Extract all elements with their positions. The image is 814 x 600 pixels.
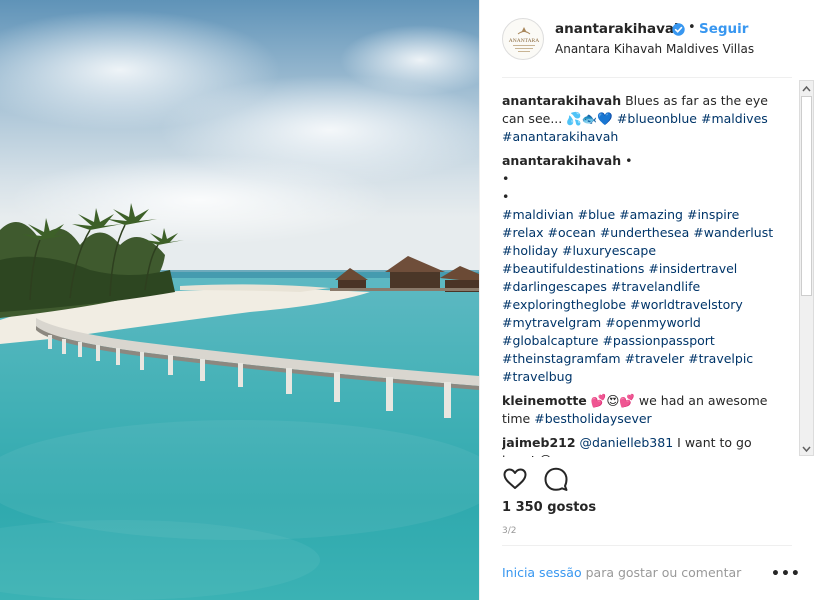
heart-icon[interactable] [502, 466, 528, 492]
caption-comment: anantarakihavah Blues as far as the eye … [502, 92, 782, 146]
hashtag-link[interactable]: #ocean [548, 225, 596, 240]
post-pager: 3/2 [502, 526, 517, 536]
footer-divider [502, 545, 792, 546]
hashtag-link[interactable]: #worldtravelstory [630, 297, 743, 312]
hashtag-link[interactable]: #globalcapture [502, 333, 598, 348]
hashtag-link[interactable]: #relax [502, 225, 544, 240]
hashtag-link[interactable]: #travelandlife [611, 279, 700, 294]
likes-count[interactable]: 1 350 gostos [502, 500, 596, 515]
post-username[interactable]: anantarakihavah [555, 21, 684, 37]
comment-username[interactable]: anantarakihavah [502, 153, 621, 168]
hashtag-link[interactable]: #insidertravel [648, 261, 737, 276]
comment-dot: • [625, 153, 633, 168]
scrollbar-thumb[interactable] [801, 96, 812, 296]
header-divider [502, 77, 792, 78]
scroll-down-arrow-icon[interactable] [800, 441, 813, 455]
user-comment: jaimeb212 @danielleb381 I want to go her… [502, 434, 782, 457]
more-options-icon[interactable]: ••• [771, 566, 801, 582]
hashtag-link[interactable]: #travelpic [688, 351, 753, 366]
hashtag-link[interactable]: #mytravelgram [502, 315, 601, 330]
hashtag-comment: anantarakihavah • • • #maldivian #blue #… [502, 152, 782, 386]
comment-username[interactable]: anantarakihavah [502, 93, 621, 108]
hashtag-link[interactable]: #maldives [701, 111, 768, 126]
hashtag-link[interactable]: #openmyworld [605, 315, 701, 330]
user-comment: kleinemotte 💕😍💕 we had an awesome time #… [502, 392, 782, 428]
mention-link[interactable]: @danielleb381 [580, 435, 674, 450]
post-header: ANANTARA anantarakihavah • Seguir Ananta… [502, 16, 792, 64]
hashtag-link[interactable]: #traveler [625, 351, 685, 366]
hashtag-link[interactable]: #anantarakihavah [502, 129, 618, 144]
follow-button[interactable]: Seguir [699, 21, 748, 37]
anantara-logo: ANANTARA [509, 27, 539, 52]
maldives-photo [0, 0, 479, 600]
hashtag-link[interactable]: #passionpassport [602, 333, 714, 348]
hashtag-link[interactable]: #blueonblue [617, 111, 697, 126]
login-prompt: Inicia sessão para gostar ou comentar [502, 565, 741, 580]
hashtag-link[interactable]: #bestholidaysever [534, 411, 651, 426]
hashtag-link[interactable]: #darlingescapes [502, 279, 607, 294]
avatar[interactable]: ANANTARA [502, 18, 544, 60]
post-photo[interactable] [0, 0, 479, 600]
hashtag-link[interactable]: #maldivian [502, 207, 574, 222]
comments-list[interactable]: anantarakihavah Blues as far as the eye … [502, 92, 782, 457]
post-details-panel: ANANTARA anantarakihavah • Seguir Ananta… [479, 0, 814, 600]
comment-bubble-icon[interactable] [543, 466, 569, 492]
hashtag-link[interactable]: #amazing [619, 207, 683, 222]
comment-emoji: 💕😍💕 [590, 393, 635, 408]
hashtag-link[interactable]: #blue [578, 207, 616, 222]
comment-bullet: • [502, 189, 510, 204]
hashtag-link[interactable]: #inspire [687, 207, 739, 222]
comment-username[interactable]: jaimeb212 [502, 435, 576, 450]
hashtag-link[interactable]: #underthesea [600, 225, 689, 240]
avatar-wordmark: ANANTARA [509, 38, 539, 44]
hashtag-link[interactable]: #holiday [502, 243, 558, 258]
verified-badge-icon [672, 23, 685, 36]
hashtag-link[interactable]: #travelbug [502, 369, 573, 384]
comment-bullet: • [502, 171, 510, 186]
login-prompt-text: para gostar ou comentar [585, 565, 742, 580]
comment-username[interactable]: kleinemotte [502, 393, 587, 408]
hashtag-link[interactable]: #wanderlust [693, 225, 773, 240]
header-separator: • [688, 20, 696, 35]
hashtag-link[interactable]: #beautifuldestinations [502, 261, 644, 276]
hashtag-link[interactable]: #luxuryescape [562, 243, 656, 258]
comments-scrollbar[interactable] [799, 80, 814, 456]
hashtag-link[interactable]: #exploringtheglobe [502, 297, 626, 312]
hashtag-link[interactable]: #theinstagramfam [502, 351, 621, 366]
post-location[interactable]: Anantara Kihavah Maldives Villas [555, 42, 754, 56]
scroll-up-arrow-icon[interactable] [800, 81, 813, 95]
login-link[interactable]: Inicia sessão [502, 565, 582, 580]
